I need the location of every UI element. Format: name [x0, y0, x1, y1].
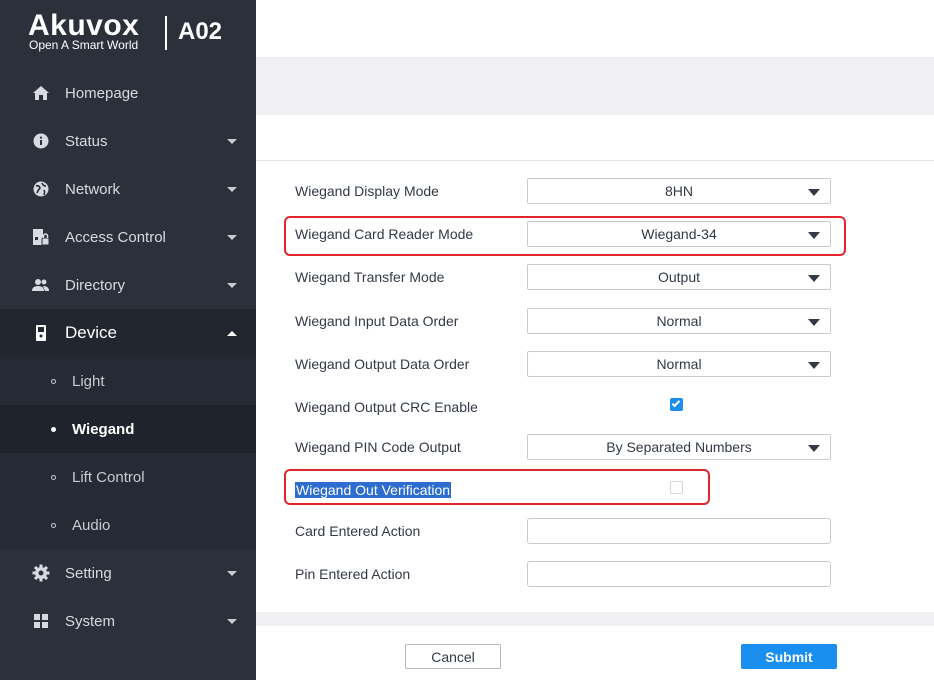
bullet-icon [51, 522, 56, 528]
directory-icon [32, 276, 50, 294]
sidebar-item-label: Network [65, 180, 121, 198]
bullet-icon [51, 474, 56, 480]
sidebar-item-device[interactable]: Device [0, 309, 256, 357]
gear-icon [32, 564, 50, 582]
transfer-mode-select[interactable]: Output [527, 264, 831, 290]
chevron-down-icon [808, 319, 820, 326]
chevron-down-icon [808, 362, 820, 369]
display-mode-select[interactable]: 8HN [527, 178, 831, 204]
submenu-item-label: Audio [72, 516, 111, 534]
brand-separator [165, 16, 167, 50]
card-entered-action-input[interactable] [527, 518, 831, 544]
sidebar-item-system[interactable]: System [0, 597, 256, 645]
output-crc-enable-checkbox[interactable] [670, 398, 683, 411]
sidebar-item-label: Directory [65, 276, 126, 294]
submit-button[interactable]: Submit [741, 644, 837, 669]
sidebar-item-label: Access Control [65, 228, 166, 246]
row-pin-code-output: Wiegand PIN Code Output By Separated Num… [256, 433, 934, 463]
sidebar-item-label: Setting [65, 564, 112, 582]
submenu-item-label: Lift Control [72, 468, 145, 486]
row-output-crc-enable: Wiegand Output CRC Enable [256, 393, 934, 423]
device-model: A02 [178, 18, 223, 45]
chevron-down-icon [227, 282, 237, 288]
row-card-entered-action: Card Entered Action [256, 518, 934, 548]
sidebar-item-label: Homepage [65, 84, 139, 102]
field-label: Wiegand Display Mode [295, 183, 439, 199]
sidebar-item-label: System [65, 612, 116, 630]
system-icon [32, 612, 50, 630]
field-label: Card Entered Action [295, 523, 421, 539]
highlight-out-verification [284, 469, 710, 505]
row-output-data-order: Wiegand Output Data Order Normal [256, 350, 934, 380]
access-control-icon [32, 228, 50, 246]
sidebar-item-network[interactable]: Network [0, 165, 256, 213]
row-input-data-order: Wiegand Input Data Order Normal [256, 307, 934, 337]
cancel-button[interactable]: Cancel [405, 644, 501, 669]
field-label: Wiegand Input Data Order [295, 313, 459, 329]
select-value: 8HN [664, 183, 693, 199]
row-transfer-mode: Wiegand Transfer Mode Output [256, 263, 934, 293]
chevron-down-icon [808, 189, 820, 196]
submenu-item-label: Light [72, 372, 105, 390]
brand-logo: Akuvox Open A Smart World A02 [0, 0, 256, 66]
chevron-down-icon [808, 445, 820, 452]
bullet-icon [51, 378, 56, 384]
pin-code-output-select[interactable]: By Separated Numbers [527, 434, 831, 460]
info-icon [32, 132, 50, 150]
main-content: Wiegand Display Mode 8HN Wiegand Card Re… [256, 0, 934, 680]
submenu-item-audio[interactable]: Audio [0, 501, 256, 549]
chevron-down-icon [227, 234, 237, 240]
pin-entered-action-input[interactable] [527, 561, 831, 587]
output-data-order-select[interactable]: Normal [527, 351, 831, 377]
sidebar-item-status[interactable]: Status [0, 117, 256, 165]
network-icon [32, 180, 50, 198]
select-value: Output [657, 269, 701, 285]
submenu-item-wiegand[interactable]: Wiegand [0, 405, 256, 453]
chevron-down-icon [227, 138, 237, 144]
field-label: Wiegand Output Data Order [295, 356, 470, 372]
home-icon [32, 84, 50, 102]
submenu-item-light[interactable]: Light [0, 357, 256, 405]
chevron-down-icon [227, 618, 237, 624]
submenu-item-label: Wiegand [72, 420, 135, 438]
footer-band [256, 612, 934, 626]
sidebar-item-setting[interactable]: Setting [0, 549, 256, 597]
sidebar: Akuvox Open A Smart World A02 Homepage S… [0, 0, 256, 680]
select-value: Normal [656, 313, 702, 329]
select-value: By Separated Numbers [606, 439, 752, 455]
row-pin-entered-action: Pin Entered Action [256, 561, 934, 591]
chevron-up-icon [227, 330, 237, 336]
input-data-order-select[interactable]: Normal [527, 308, 831, 334]
sidebar-item-directory[interactable]: Directory [0, 261, 256, 309]
row-display-mode: Wiegand Display Mode 8HN [256, 177, 934, 207]
brand-tagline: Open A Smart World [29, 38, 139, 52]
submenu-item-lift-control[interactable]: Lift Control [0, 453, 256, 501]
field-label: Wiegand Output CRC Enable [295, 399, 478, 415]
chevron-down-icon [808, 275, 820, 282]
sidebar-item-access-control[interactable]: Access Control [0, 213, 256, 261]
select-value: Normal [656, 356, 702, 372]
highlight-card-reader-mode [284, 216, 846, 256]
header-band [256, 57, 934, 115]
bullet-icon [51, 426, 56, 432]
sidebar-item-label: Status [65, 132, 108, 150]
field-label: Wiegand Transfer Mode [295, 269, 445, 285]
chevron-down-icon [227, 570, 237, 576]
checkmark-icon [671, 398, 681, 408]
field-label: Wiegand PIN Code Output [295, 439, 461, 455]
section-divider [256, 160, 934, 161]
field-label: Pin Entered Action [295, 566, 411, 582]
device-icon [32, 324, 50, 342]
sidebar-item-homepage[interactable]: Homepage [0, 69, 256, 117]
chevron-down-icon [227, 186, 237, 192]
sidebar-item-label: Device [65, 323, 117, 342]
